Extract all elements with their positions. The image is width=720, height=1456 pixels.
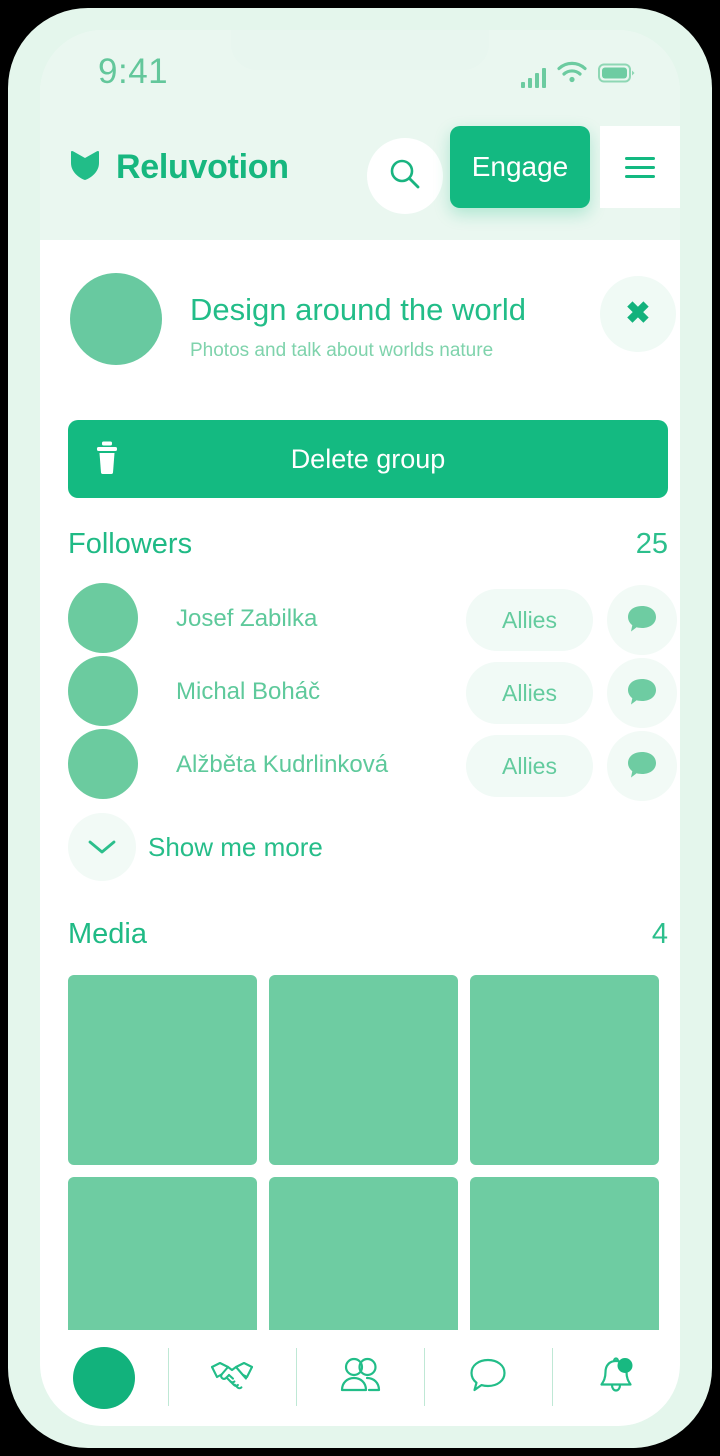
- avatar[interactable]: [68, 729, 138, 799]
- status-icons: [521, 58, 636, 88]
- avatar[interactable]: [68, 656, 138, 726]
- brand-name: Reluvotion: [116, 148, 289, 186]
- media-title: Media: [68, 918, 147, 950]
- follower-name: Michal Boháč: [176, 678, 321, 705]
- menu-button[interactable]: [600, 126, 680, 208]
- media-thumbnail[interactable]: [269, 975, 458, 1165]
- hamburger-menu-icon: [625, 151, 655, 184]
- nav-item-messages[interactable]: [424, 1330, 552, 1426]
- handshake-icon: [208, 1355, 256, 1402]
- media-thumbnail[interactable]: [68, 975, 257, 1165]
- follower-row[interactable]: Alžběta Kudrlinková Allies: [68, 729, 677, 801]
- bell-icon: [595, 1355, 637, 1402]
- follower-row[interactable]: Michal Boháč Allies: [68, 656, 677, 728]
- group-title: Design around the world: [190, 292, 527, 327]
- group-avatar[interactable]: [70, 273, 162, 365]
- phone-screen: 9:41 Reluvotion Engage Design around the…: [40, 30, 680, 1426]
- search-icon: [388, 157, 422, 196]
- message-button[interactable]: [607, 731, 677, 801]
- media-count: 4: [651, 918, 668, 950]
- close-button[interactable]: ✖: [600, 276, 676, 352]
- follower-row[interactable]: Josef Zabilka Allies: [68, 583, 677, 655]
- status-bar: 9:41: [40, 30, 680, 118]
- media-section-header: Media 4: [68, 918, 668, 951]
- engage-button[interactable]: Engage: [450, 126, 590, 208]
- avatar-icon: [73, 1347, 135, 1409]
- nav-item-handshake[interactable]: [168, 1330, 296, 1426]
- chevron-down-icon: [68, 813, 136, 881]
- allies-pill[interactable]: Allies: [466, 662, 593, 724]
- brand-logo[interactable]: Reluvotion: [68, 148, 289, 187]
- group-header: Design around the world Photos and talk …: [40, 240, 680, 400]
- bottom-navigation-bar: [40, 1330, 680, 1426]
- app-header: Reluvotion Engage: [40, 118, 680, 240]
- nav-item-groups[interactable]: [296, 1330, 424, 1426]
- phone-frame: 9:41 Reluvotion Engage Design around the…: [8, 8, 712, 1448]
- signal-bars-icon: [521, 68, 546, 88]
- status-time: 9:41: [98, 52, 169, 91]
- media-grid: [68, 975, 668, 1367]
- followers-count: 25: [635, 528, 668, 560]
- search-button[interactable]: [367, 138, 443, 214]
- follower-name: Alžběta Kudrlinková: [176, 751, 389, 778]
- trash-icon: [90, 440, 124, 479]
- chat-bubble-icon: [467, 1356, 509, 1401]
- close-icon: ✖: [625, 297, 651, 330]
- show-me-more-label: Show me more: [148, 831, 323, 862]
- battery-icon: [598, 63, 636, 88]
- content-sheet: Design around the world Photos and talk …: [40, 240, 680, 1367]
- delete-group-label: Delete group: [290, 443, 446, 474]
- chat-bubble-icon: [625, 749, 659, 784]
- followers-section-header: Followers 25: [68, 528, 668, 561]
- chat-bubble-icon: [625, 676, 659, 711]
- nav-item-notifications[interactable]: [552, 1330, 680, 1426]
- wifi-icon: [557, 61, 587, 88]
- follower-name: Josef Zabilka: [176, 605, 318, 632]
- followers-title: Followers: [68, 528, 193, 560]
- avatar[interactable]: [68, 583, 138, 653]
- heart-icon: [68, 148, 102, 187]
- people-icon: [338, 1355, 382, 1402]
- media-thumbnail[interactable]: [470, 975, 659, 1165]
- delete-group-button[interactable]: Delete group: [68, 420, 668, 498]
- message-button[interactable]: [607, 585, 677, 655]
- show-me-more-button[interactable]: Show me more: [68, 813, 323, 881]
- group-subtitle: Photos and talk about worlds nature: [190, 340, 494, 361]
- message-button[interactable]: [607, 658, 677, 728]
- chat-bubble-icon: [625, 603, 659, 638]
- allies-pill[interactable]: Allies: [466, 589, 593, 651]
- nav-item-profile[interactable]: [40, 1330, 168, 1426]
- allies-pill[interactable]: Allies: [466, 735, 593, 797]
- notch: [231, 30, 489, 70]
